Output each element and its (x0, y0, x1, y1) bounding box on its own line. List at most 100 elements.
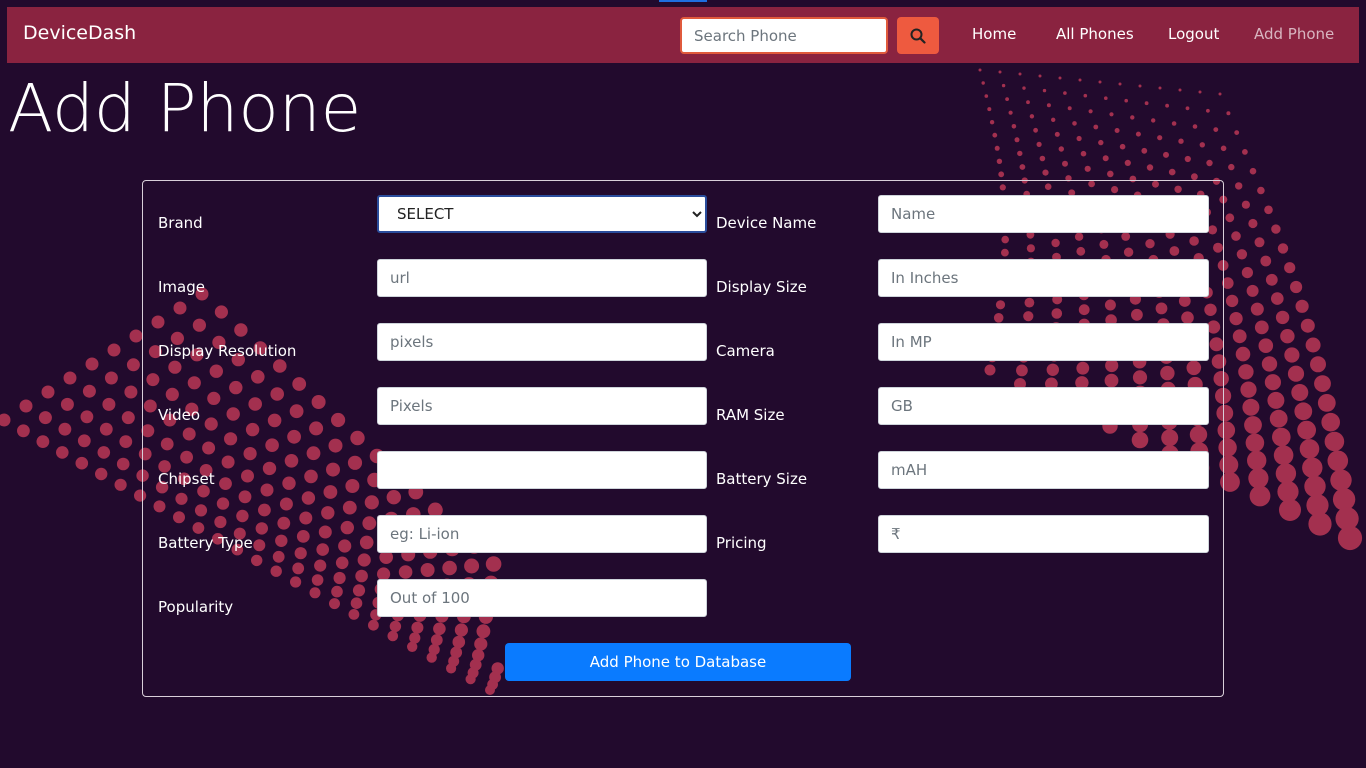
battery-type-input[interactable] (377, 515, 707, 553)
decor-dot (1240, 381, 1257, 398)
decor-dot (1192, 124, 1198, 129)
decor-dot (95, 467, 108, 481)
add-phone-form: Brand SELECT Device Name Image Display S… (142, 180, 1224, 697)
decor-dot (1279, 499, 1301, 521)
decor-dot (1051, 117, 1056, 123)
video-label: Video (158, 406, 201, 424)
pricing-input[interactable] (878, 515, 1209, 553)
decor-dot (1273, 445, 1294, 466)
decor-dot (1163, 151, 1169, 158)
brand-select[interactable]: SELECT (377, 195, 707, 233)
pricing-label: Pricing (716, 534, 767, 552)
display-resolution-label: Display Resolution (158, 342, 297, 360)
decor-dot (1080, 150, 1087, 157)
decor-dot (1238, 364, 1254, 380)
camera-input[interactable] (878, 323, 1209, 361)
decor-dot (1014, 137, 1020, 143)
nav-add-phone-link[interactable]: Add Phone (1254, 25, 1334, 43)
image-label: Image (158, 278, 205, 296)
decor-dot (1198, 90, 1202, 94)
nav-all-phones-link[interactable]: All Phones (1056, 25, 1134, 43)
decor-dot (1141, 147, 1148, 154)
decor-dot (984, 94, 989, 98)
decor-dot (994, 145, 1000, 151)
decor-dot (1011, 124, 1017, 129)
popularity-input[interactable] (377, 579, 707, 617)
decor-dot (1038, 74, 1042, 78)
decor-dot (116, 457, 130, 471)
search-input[interactable] (680, 17, 888, 54)
decor-dot (1067, 106, 1072, 111)
decor-dot (1165, 103, 1169, 108)
decor-dot (1168, 168, 1176, 176)
decor-dot (1310, 356, 1326, 373)
chipset-input[interactable] (377, 451, 707, 489)
display-size-label: Display Size (716, 278, 807, 296)
decor-dot (1058, 76, 1062, 80)
image-url-input[interactable] (377, 259, 707, 297)
decor-dot (124, 385, 138, 399)
decor-dot (1109, 112, 1114, 117)
decor-dot (1269, 409, 1288, 428)
decor-dot (1235, 182, 1243, 190)
decor-dot (1241, 267, 1253, 279)
decor-dot (56, 446, 69, 459)
page-title: Add Phone (8, 70, 362, 147)
add-phone-submit-button[interactable]: Add Phone to Database (505, 643, 851, 681)
battery-type-label: Battery Type (158, 534, 253, 552)
video-input[interactable] (377, 387, 707, 425)
decor-dot (1119, 143, 1126, 150)
decor-dot (1046, 103, 1051, 108)
decor-dot (1332, 488, 1356, 511)
battery-size-input[interactable] (878, 451, 1209, 489)
decor-dot (1171, 121, 1177, 126)
decor-dot (36, 435, 50, 448)
decor-dot (1213, 127, 1219, 132)
decor-dot (82, 384, 96, 398)
decor-dot (998, 70, 1002, 74)
search-button[interactable] (897, 17, 939, 54)
decor-dot (1247, 450, 1267, 471)
decor-dot (1184, 155, 1191, 163)
decor-dot (99, 422, 113, 436)
decor-dot (1254, 237, 1265, 248)
decor-dot (1114, 128, 1120, 133)
decor-dot (1228, 163, 1235, 171)
decor-dot (1314, 375, 1331, 392)
ram-size-input[interactable] (878, 387, 1209, 425)
decor-dot (38, 411, 52, 425)
decor-dot (1308, 512, 1332, 536)
brand-logo[interactable]: DeviceDash (23, 22, 136, 44)
nav-home-link[interactable]: Home (972, 25, 1016, 43)
decor-dot (1250, 302, 1264, 316)
decor-dot (1093, 124, 1099, 130)
decor-dot (121, 411, 135, 425)
decor-dot (107, 343, 121, 357)
decor-dot (989, 120, 995, 125)
decor-dot (1248, 468, 1269, 489)
nav-logout-link[interactable]: Logout (1168, 25, 1219, 43)
decor-dot (1018, 72, 1022, 76)
decor-dot (58, 422, 72, 436)
decor-dot (1299, 439, 1320, 459)
decor-dot (17, 424, 30, 438)
device-name-input[interactable] (878, 195, 1209, 233)
decor-dot (1130, 115, 1135, 120)
decor-dot (1284, 347, 1300, 363)
device-name-label: Device Name (716, 214, 817, 232)
decor-dot (1304, 475, 1326, 498)
decor-dot (1275, 310, 1290, 325)
top-accent-line (659, 0, 707, 2)
decor-dot (1302, 457, 1323, 478)
display-resolution-input[interactable] (377, 323, 707, 361)
decor-dot (97, 446, 111, 459)
decor-dot (1218, 92, 1222, 96)
display-size-input[interactable] (878, 259, 1209, 297)
decor-dot (1231, 231, 1241, 241)
decor-dot (126, 358, 140, 372)
decor-dot (1144, 101, 1149, 106)
decor-dot (1321, 412, 1340, 432)
decor-dot (1206, 108, 1210, 113)
decor-dot (75, 456, 89, 470)
decor-dot (114, 478, 127, 491)
